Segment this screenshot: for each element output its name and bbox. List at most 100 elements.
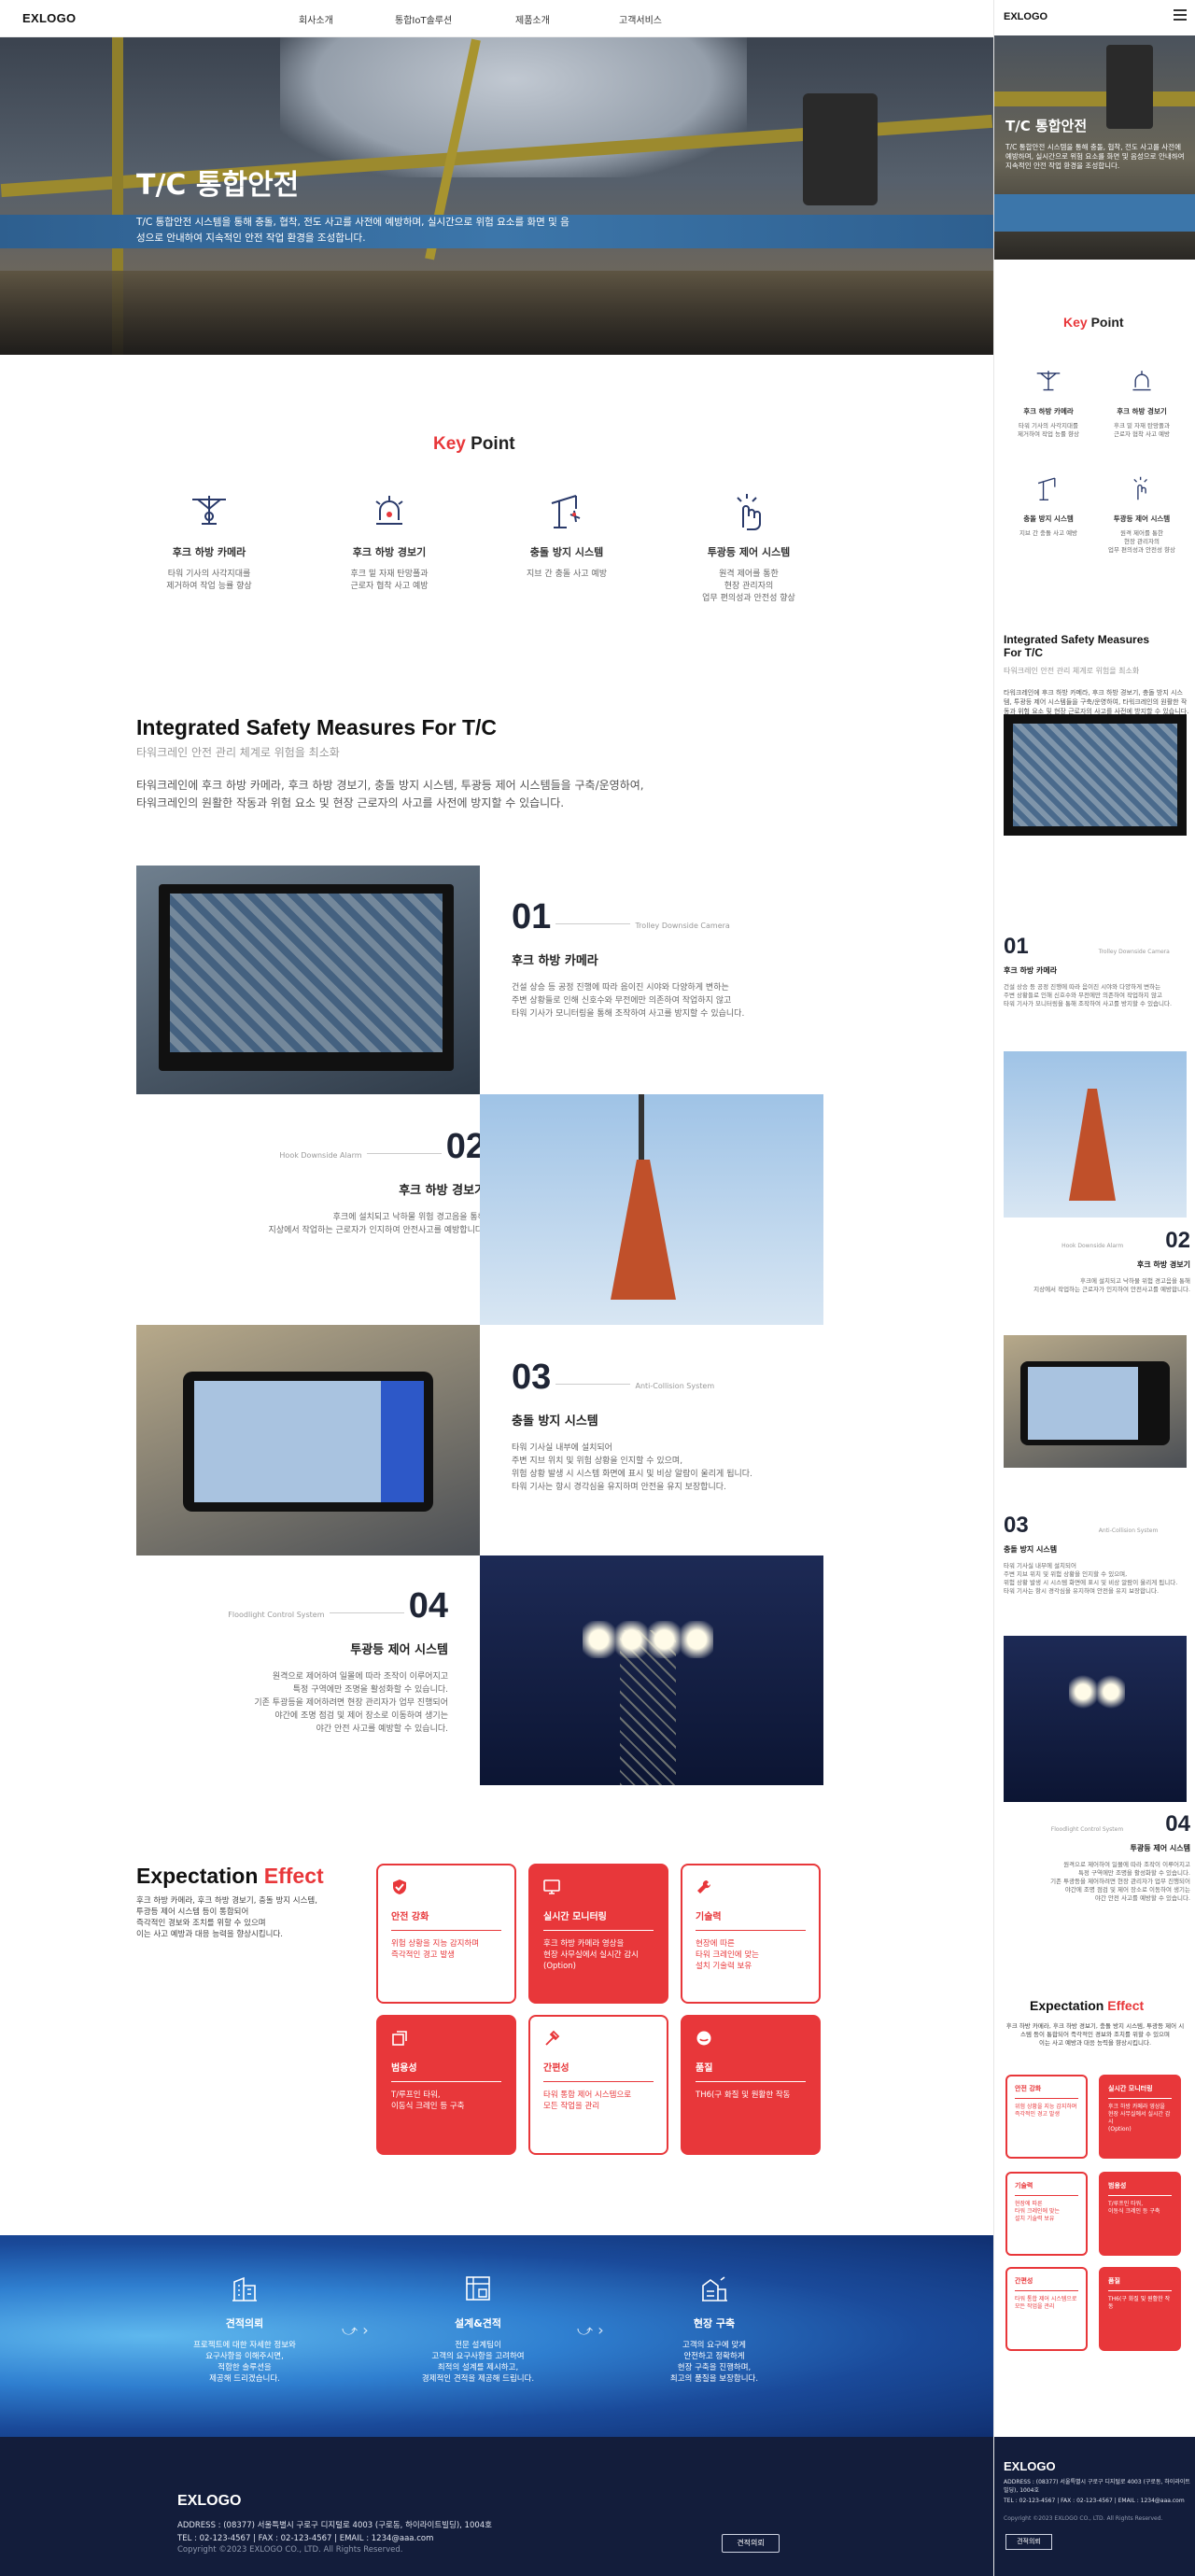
quote-request-button[interactable]: 견적의뢰 [722, 2534, 780, 2553]
ism-title: Integrated Safety Measures For T/C [136, 715, 497, 739]
mobile-footer-contact: TEL : 02-123-4567 | FAX : 02-123-4567 | … [1004, 2498, 1185, 2504]
blueprint-icon [466, 2276, 490, 2301]
feature-en-label: Floodlight Control System [1050, 1826, 1124, 1833]
feature-desc: 원격으로 제어하여 일몰에 따라 조작이 이루어지고 특정 구역에만 조명을 활… [254, 1672, 448, 1734]
hook-camera-photo [136, 866, 480, 1094]
floodlight-control-icon [1133, 476, 1147, 500]
feature-en-label: Trolley Downside Camera [1098, 949, 1170, 955]
crane-beam [994, 91, 1195, 106]
feature-number: 01 [1004, 934, 1029, 959]
versatility-icon [392, 2031, 407, 2046]
effect-card-desc: 후크 하방 카메라 영상을 현장 사무실에서 실시간 감시 (Option) [543, 1939, 639, 1971]
keypoint-item: 후크 하방 카메라 타워 기사의 사각지대를 제거하여 작업 능률 향상 [134, 490, 284, 593]
hamburger-menu-icon[interactable] [1174, 9, 1187, 21]
feature-number: 04 [408, 1586, 448, 1626]
footer-contact: TEL : 02-123-4567 | FAX : 02-123-4567 | … [177, 2534, 434, 2543]
monitor-screen [1013, 724, 1177, 826]
keypoint-item-desc: 후크 밑 자재 탄망폴과 근로자 협착 사고 예방 [350, 570, 429, 591]
process-step-title: 설계&견적 [454, 2317, 502, 2330]
feature-title: 충돌 방지 시스템 [512, 1415, 598, 1429]
feature-divider [366, 1153, 442, 1154]
feature-en-label: Anti-Collision System [635, 1382, 715, 1390]
effect-card-title: 기술력 [696, 1908, 806, 1931]
footer: EXLOGO ADDRESS : (08377) 서울특별시 구로구 디지털로 … [0, 2437, 993, 2576]
mobile-ism-title: Integrated Safety Measures For T/C [1004, 633, 1150, 659]
effect-card-desc: T/루프인 타워, 이동식 크레인 등 구축 [391, 2090, 465, 2111]
tablet-screen [194, 1381, 381, 1502]
monitor-icon [543, 1879, 560, 1894]
footer-info: ADDRESS : (08377) 서울특별시 구로구 디지털로 4003 (구… [177, 2519, 492, 2545]
effect-card: 범용성 T/루프인 타워, 이동식 크레인 등 구축 [376, 2015, 516, 2155]
keypoint-item-title: 후크 하방 경보기 [352, 546, 427, 558]
feature-title: 후크 하방 카메라 [1004, 966, 1058, 975]
keypoint-title: Key Point [433, 434, 515, 454]
process-section: 견적의뢰 프로젝트에 대한 자세한 정보와 요구사항을 이해주시면, 적합한 솔… [0, 2235, 993, 2437]
mobile-hook-camera-photo [1004, 714, 1187, 836]
mobile-effect-card: 간편성 타워 통합 제어 시스템으로 모든 작업을 관리 [1005, 2267, 1088, 2351]
feature-desc: 원격으로 제어하여 일몰에 따라 조작이 이루어지고 특정 구역에만 조명을 활… [1050, 1861, 1190, 1902]
feature-divider [555, 1384, 631, 1385]
mobile-footer-copyright: Copyright ©2023 EXLOGO CO., LTD. All Rig… [1004, 2515, 1163, 2522]
keypoint-item: 후크 하방 경보기 후크 밑 자재 탄망폴과 근로자 협착 사고 예방 [315, 490, 464, 593]
ism-subtitle: 타워크레인 안전 관리 체계로 위험을 최소화 [136, 746, 340, 759]
hook-cable [639, 1094, 644, 1169]
process-step-desc: 프로젝트에 대한 자세한 정보와 요구사항을 이해주시면, 적합한 솔루션을 제… [193, 2341, 296, 2384]
hero-banner: T/C 통합안전 T/C 통합안전 시스템을 통해 충돌, 협착, 전도 사고를… [0, 37, 993, 355]
nav-item-customer-service[interactable]: 고객서비스 [619, 12, 662, 26]
mobile-feature-item: 03 Anti-Collision System 충돌 방지 시스템 타워 기사… [1004, 1513, 1190, 1596]
mobile-keypoint-title-text: 후크 하방 경보기 [1117, 407, 1167, 415]
process-step: 견적의뢰 프로젝트에 대한 자세한 정보와 요구사항을 이해주시면, 적합한 솔… [151, 2274, 338, 2385]
effect-card: 실시간 모니터링 후크 하방 카메라 영상을 현장 사무실에서 실시간 감시 (… [528, 1864, 668, 2004]
feature-en-label: Hook Downside Alarm [1061, 1243, 1124, 1249]
keypoint-item-desc: 원격 제어를 통한 현장 관리자의 업무 편의성과 안전성 향상 [702, 570, 795, 603]
feature-item: Floodlight Control System 04 투광등 제어 시스템 … [140, 1587, 448, 1736]
mobile-effect-card: 범용성 T/루프인 타워, 이동식 크레인 등 구축 [1099, 2172, 1181, 2256]
alarm-beacon-icon [1132, 371, 1151, 391]
anti-collision-photo [136, 1325, 480, 1555]
mobile-hero-desc: T/C 통합안전 시스템을 통해 충돌, 협착, 전도 사고를 사전에 예방하며… [1005, 143, 1185, 170]
feature-title: 투광등 제어 시스템 [350, 1643, 448, 1657]
mobile-keypoint-desc: 후크 밑 자재 탄망폴과 근로자 협착 사고 예방 [1113, 422, 1171, 438]
hook-alarm-photo [480, 1094, 823, 1325]
feature-divider [555, 923, 631, 924]
process-step-title: 견적의뢰 [225, 2317, 264, 2330]
nav-item-iot-solution[interactable]: 통합IoT솔루션 [395, 12, 452, 26]
process-step: 현장 구축 고객의 요구에 맞게 안전하고 정확하게 현장 구축을 진행하며, … [621, 2274, 808, 2385]
monitor-screen [170, 894, 443, 1052]
mobile-effect-card: 실시간 모니터링 후크 하방 카메라 영상을 현장 사무실에서 실시간 감시 (O… [1099, 2075, 1181, 2159]
keypoint-item-desc: 지브 간 충돌 사고 예방 [527, 570, 607, 579]
effect-card-title: 안전 강화 [391, 1908, 501, 1931]
mobile-logo[interactable]: EXLOGO [1004, 11, 1047, 22]
feature-title: 후크 하방 경보기 [1136, 1260, 1190, 1269]
mobile-keypoint-item: 후크 하방 카메라 타워 기사의 사각지대를 제거하여 작업 능률 향상 [1004, 367, 1093, 439]
process-step-desc: 전문 설계팀이 고객의 요구사항을 고려하여 최적의 설계를 제시하고, 경제적… [421, 2341, 535, 2384]
mobile-keypoint-item: 충돌 방지 시스템 지브 간 충돌 사고 예방 [1004, 474, 1093, 538]
effect-card-title: 간편성 [543, 2060, 654, 2082]
crane-collision-icon [1037, 477, 1056, 500]
nav-item-company[interactable]: 회사소개 [299, 12, 333, 26]
feature-en-label: Trolley Downside Camera [635, 922, 730, 930]
feature-item: 03 Anti-Collision System 충돌 방지 시스템 타워 기사… [512, 1358, 820, 1494]
mobile-effect-card: 안전 강화 위험 상황을 지능 감지하며 즉각적인 경고 발생 [1005, 2075, 1088, 2159]
mobile-hero: T/C 통합안전 T/C 통합안전 시스템을 통해 충돌, 협착, 전도 사고를… [994, 35, 1195, 260]
mobile-feature-item: Hook Downside Alarm 02 후크 하방 경보기 후크에 설치되… [1004, 1228, 1190, 1294]
logo[interactable]: EXLOGO [22, 11, 76, 25]
effect-card-title: 품질 [1108, 2276, 1172, 2291]
mobile-view: EXLOGO T/C 통합안전 T/C 통합안전 시스템을 통해 충돌, 협착,… [993, 0, 1195, 2576]
mobile-keypoint-desc: 원격 제어를 통한 현장 관리자의 업무 편의성과 안전성 향상 [1108, 529, 1175, 554]
effect-card-desc: 현장에 따른 타워 크레인에 맞는 설치 기술력 보유 [1015, 2201, 1060, 2222]
feature-item: 01 Trolley Downside Camera 후크 하방 카메라 건설 … [512, 898, 820, 1021]
effect-card-title: 범용성 [391, 2060, 501, 2082]
mobile-quote-request-button[interactable]: 견적의뢰 [1005, 2534, 1052, 2550]
mobile-hero-title: T/C 통합안전 [1005, 118, 1088, 134]
crane-collision-icon [551, 495, 581, 528]
effect-card: 안전 강화 위험 상황을 지능 감지하며 즉각적인 경고 발생 [376, 1864, 516, 2004]
feature-en-label: Anti-Collision System [1098, 1527, 1159, 1534]
mobile-keypoint-title: Key Point [1063, 315, 1124, 330]
keypoint-item-title: 충돌 방지 시스템 [529, 546, 604, 558]
footer-copyright: Copyright ©2023 EXLOGO CO., LTD. All Rig… [177, 2545, 403, 2555]
effect-card-desc: TH6(구 화질 및 원활한 작동 [696, 2090, 791, 2100]
nav-item-products[interactable]: 제품소개 [515, 12, 550, 26]
effect-card-desc: 현장에 따른 타워 크레인에 맞는 설치 기술력 보유 [696, 1939, 759, 1971]
hook-body [611, 1160, 676, 1300]
